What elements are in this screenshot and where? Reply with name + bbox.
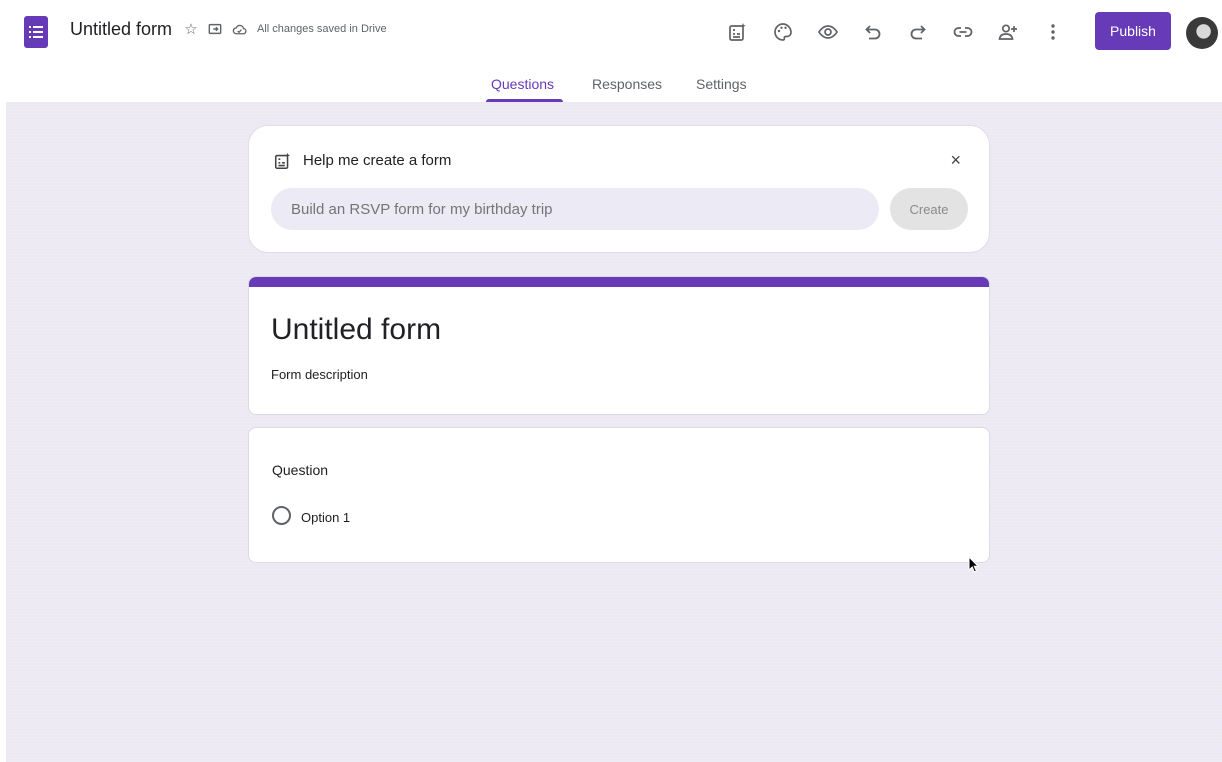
form-title[interactable]: Untitled form [271, 313, 441, 347]
publish-button[interactable]: Publish [1095, 12, 1171, 50]
form-title-card[interactable]: Untitled form Form description [248, 276, 990, 415]
help-card-title: Help me create a form [303, 152, 452, 169]
accent-bar [249, 277, 989, 287]
preview-eye-icon[interactable] [812, 16, 844, 48]
redo-icon[interactable] [902, 16, 934, 48]
document-title[interactable]: Untitled form [70, 19, 172, 40]
create-button[interactable]: Create [890, 188, 968, 230]
palette-icon[interactable] [767, 16, 799, 48]
close-icon[interactable]: × [950, 150, 961, 171]
tab-questions[interactable]: Questions [491, 76, 554, 92]
more-vert-icon[interactable] [1037, 16, 1069, 48]
title-icons: ☆ [182, 20, 248, 38]
question-title[interactable]: Question [272, 462, 328, 478]
ai-generate-icon[interactable] [722, 16, 754, 48]
mouse-cursor-icon [968, 556, 980, 573]
cloud-saved-icon[interactable] [230, 20, 248, 38]
undo-icon[interactable] [857, 16, 889, 48]
add-collaborator-icon[interactable] [992, 16, 1024, 48]
tab-settings[interactable]: Settings [696, 76, 747, 92]
option-label[interactable]: Option 1 [301, 510, 350, 525]
form-description[interactable]: Form description [271, 367, 368, 382]
forms-logo-icon[interactable] [24, 16, 48, 48]
star-icon[interactable]: ☆ [182, 20, 200, 38]
avatar[interactable] [1186, 17, 1218, 49]
move-to-folder-icon[interactable] [206, 20, 224, 38]
tab-bar: Questions Responses Settings [0, 64, 1222, 102]
question-card[interactable]: Question Option 1 [248, 427, 990, 563]
save-status: All changes saved in Drive [257, 23, 387, 35]
help-prompt-input[interactable] [271, 188, 879, 230]
tab-responses[interactable]: Responses [592, 76, 662, 92]
top-bar: Untitled form ☆ All changes saved in Dri… [0, 0, 1222, 64]
link-icon[interactable] [947, 16, 979, 48]
help-me-create-card: Help me create a form × Create [248, 125, 990, 253]
ai-generate-icon [273, 151, 293, 171]
toolbar [722, 16, 1082, 48]
radio-button[interactable] [272, 506, 291, 525]
